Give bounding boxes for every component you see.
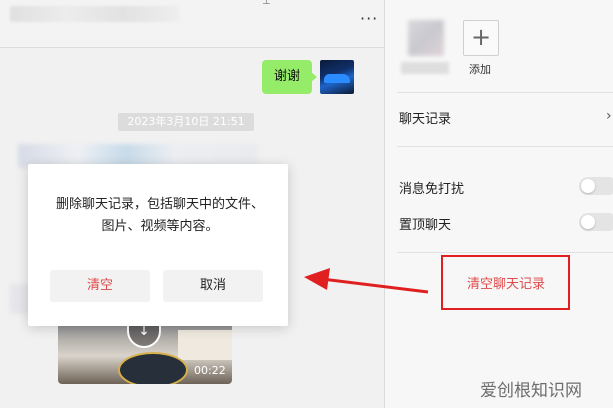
chat-info-panel: + 添加 聊天记录 › 消息免打扰 置顶聊天 清空聊天记录: [384, 0, 613, 408]
chat-pane: ⊥ ··· 谢谢 2023年3月10日 21:51 ↓ 00:22 删除聊天记录…: [0, 0, 384, 408]
divider: [397, 92, 613, 93]
video-message-thumbnail[interactable]: ↓ 00:22: [58, 322, 232, 384]
chat-header: ⊥ ···: [0, 0, 384, 48]
video-duration: 00:22: [194, 364, 226, 377]
more-dots-icon[interactable]: ···: [360, 11, 378, 27]
watermark: 爱创根知识网: [480, 381, 582, 401]
self-avatar[interactable]: [320, 60, 354, 94]
thumbnail-rug: [118, 352, 188, 384]
chat-history-label: 聊天记录: [399, 112, 452, 127]
add-member-button[interactable]: +: [463, 20, 499, 56]
clear-button[interactable]: 清空: [50, 270, 150, 302]
chevron-right-icon: ›: [606, 108, 612, 124]
mute-label: 消息免打扰: [399, 182, 465, 197]
pin-chat-toggle[interactable]: [579, 213, 613, 231]
pin-icon[interactable]: ⊥: [262, 0, 274, 8]
thumbnail-bed: [178, 330, 232, 360]
divider: [397, 252, 613, 253]
cancel-button[interactable]: 取消: [163, 270, 263, 302]
message-bubble-self[interactable]: 谢谢: [262, 60, 317, 94]
chat-history-row[interactable]: 聊天记录 ›: [399, 104, 613, 130]
add-member-label: 添加: [469, 63, 491, 76]
dialog-message: 删除聊天记录，包括聊天中的文件、图片、视频等内容。: [55, 197, 264, 234]
divider: [397, 146, 613, 147]
chat-title-blurred: [10, 6, 180, 22]
pin-chat-label: 置顶聊天: [399, 218, 452, 233]
member-name-blurred: [401, 62, 449, 74]
member-avatar[interactable]: [408, 20, 444, 56]
mute-toggle[interactable]: [579, 177, 613, 195]
clear-history-dialog: 删除聊天记录，包括聊天中的文件、图片、视频等内容。 清空 取消: [28, 164, 288, 326]
clear-history-link[interactable]: 清空聊天记录: [467, 273, 545, 292]
message-timestamp: 2023年3月10日 21:51: [118, 113, 254, 131]
